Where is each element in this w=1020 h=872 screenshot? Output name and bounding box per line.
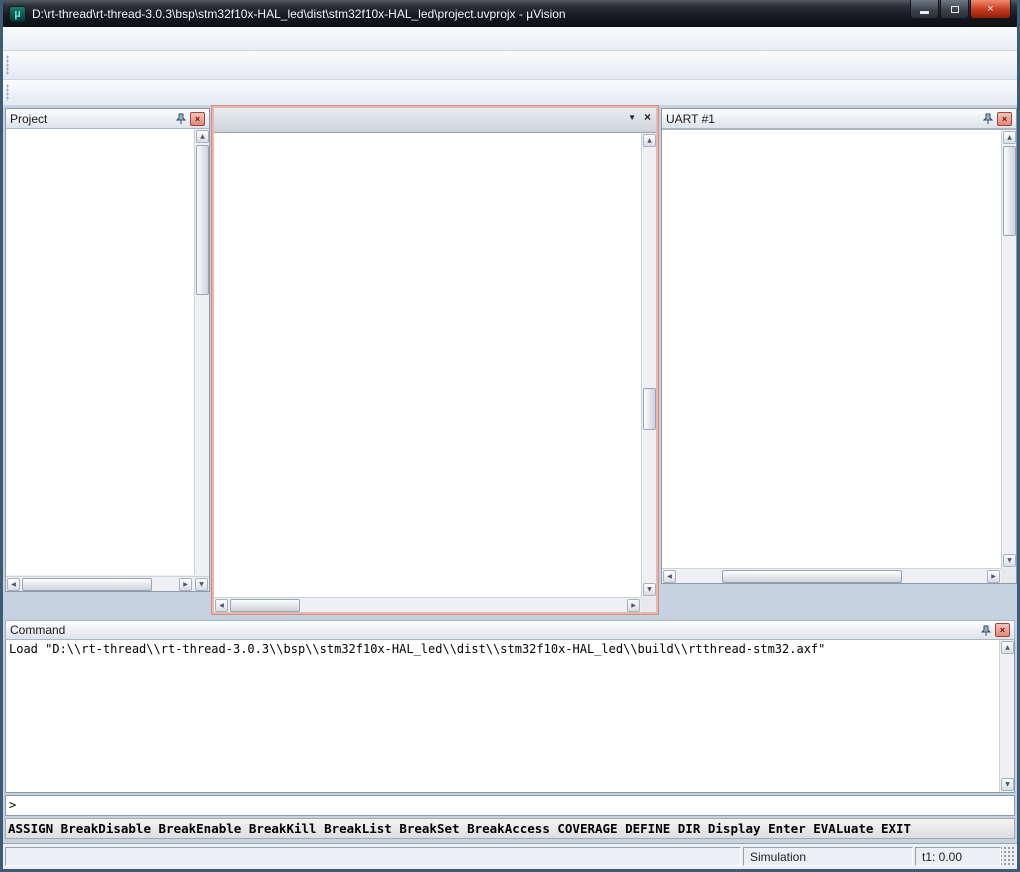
scrollbar-thumb[interactable]	[230, 599, 300, 612]
uart-panel-title: UART #1	[666, 112, 715, 126]
uvision-window: µ D:\rt-thread\rt-thread-3.0.3\bsp\stm32…	[0, 0, 1020, 872]
editor-horizontal-scrollbar[interactable]: ◀ ▶	[214, 597, 641, 612]
uart-horizontal-scrollbar[interactable]: ◀ ▶	[662, 568, 1001, 583]
editor-tab-bar: ▼ ×	[214, 108, 656, 133]
menubar	[3, 27, 1017, 51]
uart-vertical-scrollbar[interactable]: ▲ ▼	[1001, 130, 1016, 568]
scroll-up-icon[interactable]: ▲	[643, 134, 656, 147]
scrollbar-thumb[interactable]	[1003, 146, 1016, 236]
resize-grip[interactable]	[1001, 847, 1015, 866]
command-panel-close-button[interactable]: ×	[995, 623, 1010, 637]
scroll-left-icon[interactable]: ◀	[215, 599, 228, 612]
scrollbar-thumb[interactable]	[643, 388, 656, 430]
code-area[interactable]	[214, 133, 641, 597]
uart-panel-close-button[interactable]: ×	[997, 112, 1012, 126]
command-prompt: >	[9, 798, 16, 812]
auto-hide-pin-icon[interactable]	[980, 624, 992, 636]
code-editor[interactable]: ▲ ▼ ◀ ▶	[214, 133, 656, 612]
scrollbar-thumb[interactable]	[196, 145, 209, 295]
scroll-down-icon[interactable]: ▼	[195, 578, 208, 591]
status-mode: Simulation	[743, 847, 913, 866]
scrollbar-thumb[interactable]	[722, 570, 902, 583]
uart-panel-header: UART #1 ×	[662, 109, 1016, 129]
left-dock-tabs	[5, 594, 210, 616]
project-panel-close-button[interactable]: ×	[190, 112, 205, 126]
auto-hide-pin-icon[interactable]	[175, 113, 187, 125]
command-log-line: Load "D:\\rt-thread\\rt-thread-3.0.3\\bs…	[9, 642, 825, 656]
scroll-down-icon[interactable]: ▼	[1003, 554, 1016, 567]
window-title: D:\rt-thread\rt-thread-3.0.3\bsp\stm32f1…	[32, 7, 566, 21]
scroll-down-icon[interactable]: ▼	[643, 583, 656, 596]
uart-output[interactable]	[662, 130, 1001, 568]
minimize-button[interactable]	[910, 0, 939, 19]
command-input[interactable]: >	[5, 795, 1015, 816]
command-vertical-scrollbar[interactable]: ▲ ▼	[999, 640, 1014, 792]
project-horizontal-scrollbar[interactable]: ◀ ▶ ▼	[6, 576, 209, 591]
command-keywords: ASSIGN BreakDisable BreakEnable BreakKil…	[5, 818, 1015, 839]
command-panel: Command × Load "D:\\rt-thread\\rt-thread…	[3, 618, 1017, 843]
scroll-up-icon[interactable]: ▲	[1003, 131, 1016, 144]
command-panel-title: Command	[10, 623, 65, 637]
scroll-up-icon[interactable]: ▲	[196, 130, 209, 143]
project-tree-wrap: ▲	[6, 129, 209, 575]
debug-toolbar	[3, 80, 1017, 106]
titlebar[interactable]: µ D:\rt-thread\rt-thread-3.0.3\bsp\stm32…	[3, 0, 1017, 27]
uart-panel: UART #1 × ▲ ▼ ◀ ▶	[661, 108, 1017, 584]
command-log-wrap: Load "D:\\rt-thread\\rt-thread-3.0.3\\bs…	[5, 640, 1015, 793]
tab-list-dropdown-icon[interactable]: ▼	[628, 113, 636, 122]
scroll-down-icon[interactable]: ▼	[1001, 778, 1014, 791]
auto-hide-pin-icon[interactable]	[982, 113, 994, 125]
command-panel-header: Command ×	[5, 620, 1015, 640]
scroll-left-icon[interactable]: ◀	[7, 578, 20, 591]
workspace: Project × ▲ ◀ ▶ ▼	[3, 106, 1017, 618]
scroll-up-icon[interactable]: ▲	[1001, 641, 1014, 654]
status-time: t1: 0.00	[915, 847, 1001, 866]
scroll-right-icon[interactable]: ▶	[987, 570, 1000, 583]
uart-terminal[interactable]: ▲ ▼ ◀ ▶	[662, 129, 1016, 583]
project-vertical-scrollbar[interactable]: ▲	[194, 129, 209, 575]
editor-vertical-scrollbar[interactable]: ▲ ▼	[641, 133, 656, 597]
scroll-left-icon[interactable]: ◀	[663, 570, 676, 583]
maximize-button[interactable]	[940, 0, 969, 19]
scrollbar-thumb[interactable]	[22, 578, 152, 591]
close-document-icon[interactable]: ×	[644, 112, 651, 122]
scroll-right-icon[interactable]: ▶	[179, 578, 192, 591]
statusbar: Simulation t1: 0.00	[3, 843, 1017, 869]
status-message	[5, 847, 741, 866]
right-dock-tabs	[661, 588, 1017, 612]
project-tree	[6, 129, 194, 575]
close-button[interactable]: ×	[970, 0, 1011, 19]
minimize-icon	[920, 11, 929, 14]
file-toolbar	[3, 51, 1017, 80]
command-log[interactable]: Load "D:\\rt-thread\\rt-thread-3.0.3\\bs…	[6, 640, 999, 792]
uvision-logo-icon: µ	[9, 6, 26, 22]
maximize-icon	[951, 6, 959, 13]
scroll-right-icon[interactable]: ▶	[627, 599, 640, 612]
window-controls: ×	[909, 0, 1011, 27]
project-panel-header: Project ×	[6, 109, 209, 129]
project-panel-title: Project	[10, 112, 47, 126]
project-panel: Project × ▲ ◀ ▶ ▼	[5, 108, 210, 592]
editor-window: ▼ × ▲ ▼ ◀ ▶	[212, 106, 658, 614]
